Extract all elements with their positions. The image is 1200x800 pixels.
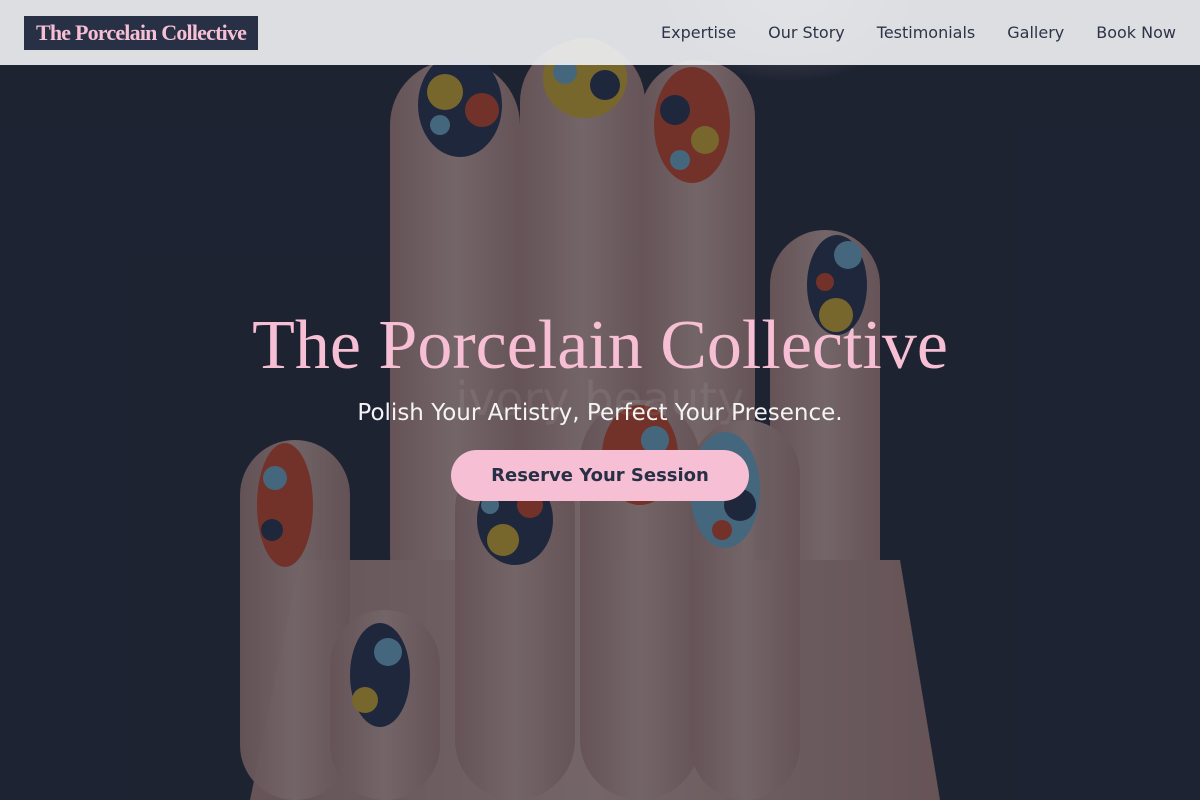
page: ivory beauty The Porcelain Collective Ex… (0, 0, 1200, 800)
nav-link-our-story[interactable]: Our Story (768, 23, 845, 42)
hero-subtitle: Polish Your Artistry, Perfect Your Prese… (357, 400, 843, 426)
hero-title: The Porcelain Collective (252, 307, 948, 384)
nav-link-gallery[interactable]: Gallery (1007, 23, 1064, 42)
nav-link-book-now[interactable]: Book Now (1096, 23, 1176, 42)
nav-link-expertise[interactable]: Expertise (661, 23, 736, 42)
site-header: The Porcelain Collective Expertise Our S… (0, 0, 1200, 65)
main-nav: Expertise Our Story Testimonials Gallery… (629, 23, 1176, 42)
site-logo[interactable]: The Porcelain Collective (24, 15, 259, 50)
nav-link-testimonials[interactable]: Testimonials (877, 23, 976, 42)
reserve-session-button[interactable]: Reserve Your Session (451, 450, 749, 501)
hero-section: The Porcelain Collective Polish Your Art… (0, 300, 1200, 501)
